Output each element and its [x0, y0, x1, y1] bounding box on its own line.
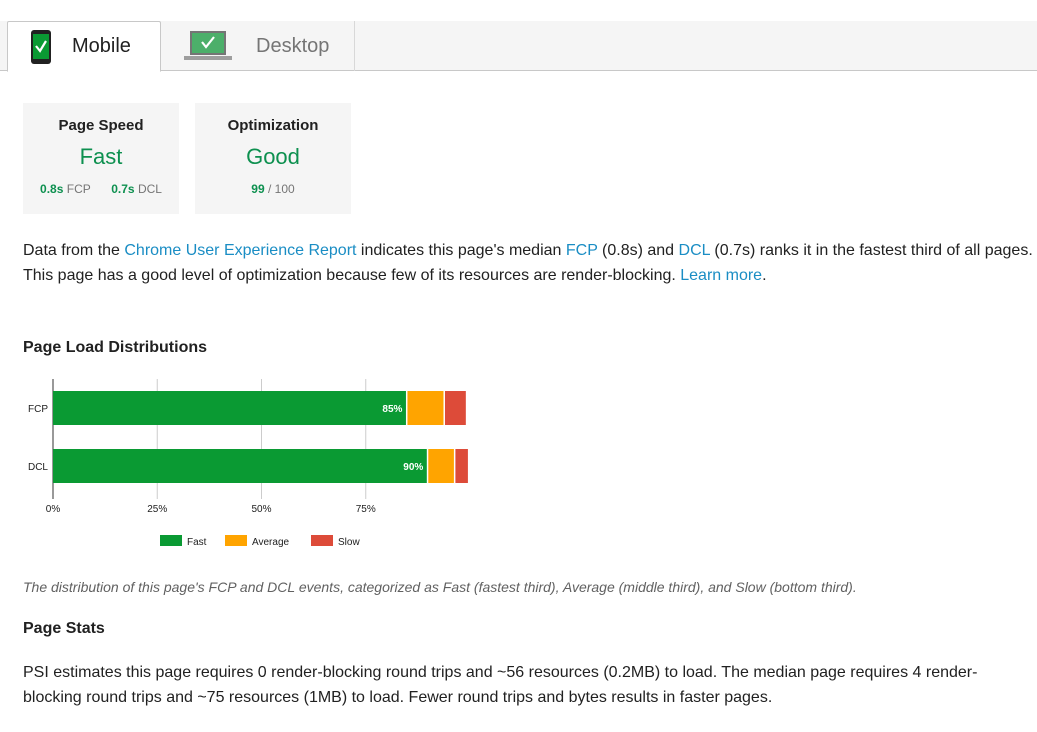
page-stats-text: PSI estimates this page requires 0 rende… [23, 664, 978, 706]
fcp-metric-value: 0.8s [40, 182, 64, 196]
mobile-phone-check-icon [31, 29, 51, 64]
fcp-link[interactable]: FCP [566, 242, 598, 259]
laptop-check-icon [184, 31, 232, 60]
x-tick-label-25: 25% [147, 504, 167, 515]
desc-text-3: (0.8s) and [597, 242, 679, 259]
optimization-value: Good [246, 144, 300, 169]
category-label-fcp: FCP [28, 404, 48, 415]
page-speed-title: Page Speed [58, 117, 144, 134]
fcp-metric-label: FCP [66, 182, 91, 196]
chrome-ux-report-link[interactable]: Chrome User Experience Report [124, 242, 356, 259]
optimization-title: Optimization [227, 117, 319, 134]
tab-mobile-label: Mobile [72, 35, 131, 57]
dcl-metric-label: DCL [137, 182, 162, 196]
legend-label-average: Average [252, 537, 290, 548]
page-stats-heading: Page Stats [23, 620, 105, 637]
bar-dcl-fast [53, 449, 427, 483]
x-tick-label-75: 75% [356, 504, 376, 515]
legend-swatch-slow [311, 535, 333, 546]
legend-swatch-fast [160, 535, 182, 546]
dcl-link[interactable]: DCL [679, 242, 710, 259]
device-tab-bar: Mobile Desktop [0, 21, 1037, 72]
x-tick-label-0: 0% [46, 504, 61, 515]
page-speed-card: Page Speed Fast 0.8s FCP 0.7s DCL [23, 103, 179, 214]
learn-more-link[interactable]: Learn more [680, 267, 762, 284]
distribution-chart-svg: 0% 25% 50% 75% FCP 85% DCL 90% Fast Average Slow [28, 379, 468, 548]
distribution-caption: The distribution of this page's FCP and … [23, 579, 857, 595]
tab-desktop[interactable]: Desktop [162, 21, 355, 71]
optimization-score-value: 99 [251, 182, 265, 196]
desc-text-5: . [762, 267, 767, 284]
data-label-fcp: 85% [382, 404, 402, 415]
legend-swatch-average [225, 535, 247, 546]
x-tick-label-50: 50% [251, 504, 271, 515]
page-load-distributions-heading: Page Load Distributions [23, 339, 208, 356]
page-speed-metrics: 0.8s FCP 0.7s DCL [23, 182, 179, 196]
bar-fcp-average [407, 391, 444, 425]
optimization-card: Optimization Good 99 / 100 [195, 103, 351, 214]
optimization-score: 99 / 100 [195, 182, 351, 196]
page-speed-value: Fast [79, 144, 123, 169]
optimization-score-max: / 100 [268, 182, 295, 196]
data-label-dcl: 90% [403, 462, 423, 473]
tab-mobile[interactable]: Mobile [7, 21, 161, 72]
page-load-distribution-chart: 0% 25% 50% 75% FCP 85% DCL 90% Fast Average Slow [20, 372, 490, 557]
bar-dcl-average [428, 449, 454, 483]
dcl-metric-value: 0.7s [111, 182, 135, 196]
category-label-dcl: DCL [28, 462, 48, 473]
desc-text-1: Data from the [23, 242, 125, 259]
bar-fcp-fast [53, 391, 406, 425]
bar-dcl-slow [455, 449, 468, 483]
legend-label-slow: Slow [338, 537, 360, 548]
bar-fcp-slow [444, 391, 466, 425]
legend-label-fast: Fast [187, 537, 207, 548]
summary-description: Data from the Chrome User Experience Rep… [23, 238, 1033, 288]
tab-desktop-label: Desktop [256, 34, 330, 57]
desc-text-2: indicates this page's median [356, 242, 566, 259]
